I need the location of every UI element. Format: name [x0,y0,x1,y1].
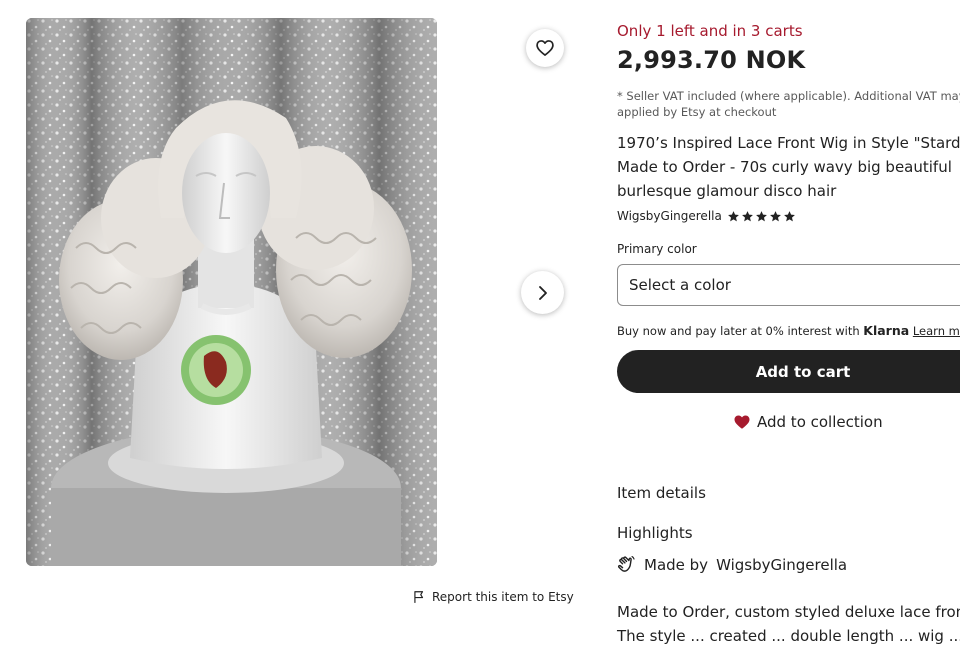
heart-filled-icon [734,415,750,429]
star-icon [755,210,767,221]
primary-color-select[interactable]: Select a color [617,264,960,306]
listing-title: 1970’s Inspired Lace Front Wig in Style … [617,131,960,203]
flag-icon [414,591,424,603]
report-item-link[interactable]: Report this item to Etsy [412,590,574,604]
made-by-highlight: Made by WigsbyGingerella [617,555,847,574]
star-icon [783,210,795,221]
waving-hand-icon [617,555,635,572]
highlights-heading: Highlights [617,524,693,542]
klarna-text: Buy now and pay later at 0% interest wit… [617,324,864,338]
price: 2,993.70 NOK [617,46,806,74]
add-to-collection-label: Add to collection [757,413,883,431]
report-label: Report this item to Etsy [432,590,574,604]
item-details-heading[interactable]: Item details [617,484,706,502]
klarna-learn-more-link[interactable]: Learn more [913,324,960,338]
star-icon [741,210,753,221]
title-line: burlesque glamour disco hair [617,182,837,200]
shop-name-link[interactable]: WigsbyGingerella [617,209,722,223]
next-image-button[interactable] [521,271,564,314]
chevron-right-icon [538,285,547,300]
star-icon [769,210,781,221]
wig-on-mannequin-photo [26,18,437,566]
description-line: Made to Order, custom styled deluxe lace… [617,603,960,621]
vat-line: * Seller VAT included (where applicable)… [617,89,960,103]
add-to-cart-button[interactable]: Add to cart [617,350,960,393]
maker-name-link[interactable]: WigsbyGingerella [716,556,847,574]
description-line: The style ... created ... double length … [617,627,960,645]
primary-color-label: Primary color [617,242,697,256]
heart-outline-icon [536,40,554,56]
klarna-brand: Klarna [863,323,910,338]
favorite-button[interactable] [526,29,564,67]
title-line: 1970’s Inspired Lace Front Wig in Style … [617,134,960,152]
made-by-prefix: Made by [644,555,709,574]
klarna-message: Buy now and pay later at 0% interest wit… [617,323,960,338]
star-icon [727,210,739,221]
shop-rating-line: WigsbyGingerella [617,209,796,223]
rating-stars [727,210,796,223]
vat-line: applied by Etsy at checkout [617,105,777,119]
vat-note: * Seller VAT included (where applicable)… [617,88,960,120]
item-description: Made to Order, custom styled deluxe lace… [617,600,960,648]
add-to-collection-button[interactable]: Add to collection [733,413,883,431]
product-image[interactable] [26,18,437,566]
stock-message: Only 1 left and in 3 carts [617,22,803,40]
title-line: Made to Order - 70s curly wavy big beaut… [617,158,952,176]
